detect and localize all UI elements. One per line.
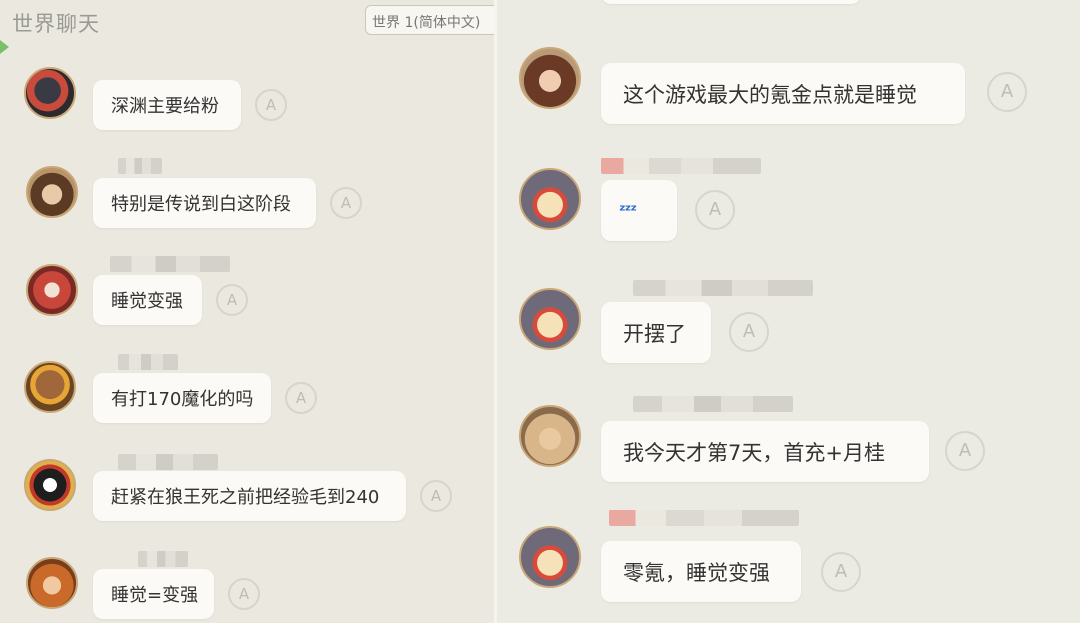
chat-bubble: ᶻᶻᶻ [601,180,677,241]
message-text: 睡觉=变强 [111,585,199,606]
message-text: 有打170魔化的吗 [111,389,254,410]
chat-bubble: 零氪，睡觉变强 [601,541,801,602]
sender-name-blurred [110,256,230,272]
page-title: 世界聊天 [12,12,100,36]
chat-bubble: 我今天才第7天，首充+月桂 [601,421,929,482]
chat-bubble: 这个游戏最大的氪金点就是睡觉 [601,63,965,124]
hooded-chick-avatar-icon[interactable] [519,288,581,350]
translate-icon[interactable]: A [228,578,260,610]
chat-bubble: 特别是传说到白这阶段 [93,178,316,228]
chat-panel-right: 这个游戏最大的氪金点就是睡觉 A ᶻᶻᶻ A 开摆了 A 我今天才第7天，首充+… [497,0,1080,623]
sender-name-blurred [118,354,178,370]
message-text: 我今天才第7天，首充+月桂 [623,440,885,465]
black-white-mask-avatar-icon[interactable] [24,459,76,511]
message-text: 开摆了 [623,321,686,346]
sender-name-blurred [601,158,761,174]
sender-name-blurred [118,158,162,174]
translate-icon[interactable]: A [330,187,362,219]
expand-arrow-icon[interactable] [0,40,9,54]
chat-bubble: 有打170魔化的吗 [93,373,271,423]
sender-name-blurred [138,551,188,567]
sender-name-blurred [118,454,218,470]
blonde-beast-avatar-icon[interactable] [519,405,581,467]
woman-avatar-icon[interactable] [519,47,581,109]
message-text: 深渊主要给粉 [111,96,219,117]
translate-icon[interactable]: A [255,89,287,121]
chat-bubble: 睡觉变强 [93,275,202,325]
translate-icon[interactable]: A [695,190,735,230]
message-text: 赶紧在狼王死之前把经验毛到240 [111,487,380,508]
chat-bubble: 睡觉=变强 [93,569,214,619]
channel-selector[interactable]: 世界 1(简体中文) [365,5,494,35]
bear-avatar-icon[interactable] [24,361,76,413]
chat-bubble: 赶紧在狼王死之前把经验毛到240 [93,471,406,521]
translate-icon[interactable]: A [945,431,985,471]
translate-icon[interactable]: A [420,480,452,512]
sender-name-blurred [633,280,813,296]
chat-panel-left: 世界聊天 世界 1(简体中文) 深渊主要给粉 A 特别是传说到白这阶段 A 睡觉… [0,0,494,623]
chat-bubble: 深渊主要给粉 [93,80,241,130]
message-text: 零氪，睡觉变强 [623,560,770,585]
brown-haired-man-avatar-icon[interactable] [26,166,78,218]
translate-icon[interactable]: A [821,552,861,592]
hooded-chick-avatar-icon[interactable] [519,526,581,588]
orange-hair-avatar-icon[interactable] [26,557,78,609]
translate-icon[interactable]: A [285,382,317,414]
message-text: 这个游戏最大的氪金点就是睡觉 [623,82,917,107]
translate-icon[interactable]: A [729,312,769,352]
chat-bubble-partial [601,0,861,4]
translate-icon[interactable]: A [987,72,1027,112]
message-text: 睡觉变强 [111,291,183,312]
chat-header: 世界聊天 世界 1(简体中文) [0,0,494,54]
translate-icon[interactable]: A [216,284,248,316]
sender-name-blurred [609,510,799,526]
sender-name-blurred [633,396,793,412]
dark-armored-avatar-icon[interactable] [24,67,76,119]
hooded-chick-avatar-icon[interactable] [519,168,581,230]
message-text: 特别是传说到白这阶段 [111,194,291,215]
chat-bubble: 开摆了 [601,302,711,363]
red-masked-avatar-icon[interactable] [26,264,78,316]
sleep-zzz-icon: ᶻᶻᶻ [619,201,637,220]
